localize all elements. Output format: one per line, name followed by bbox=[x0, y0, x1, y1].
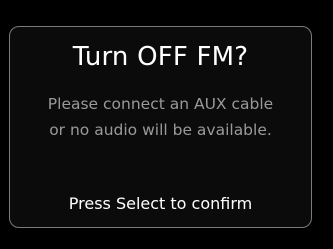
confirm-dialog: Turn OFF FM? Please connect an AUX cable… bbox=[9, 26, 312, 228]
dialog-message-line-2: or no audio will be available. bbox=[49, 121, 272, 139]
confirm-instruction[interactable]: Press Select to confirm bbox=[10, 193, 311, 215]
dialog-message: Please connect an AUX cable or no audio … bbox=[10, 91, 311, 143]
dialog-title: Turn OFF FM? bbox=[72, 42, 249, 72]
dialog-message-line-1: Please connect an AUX cable bbox=[47, 95, 274, 113]
